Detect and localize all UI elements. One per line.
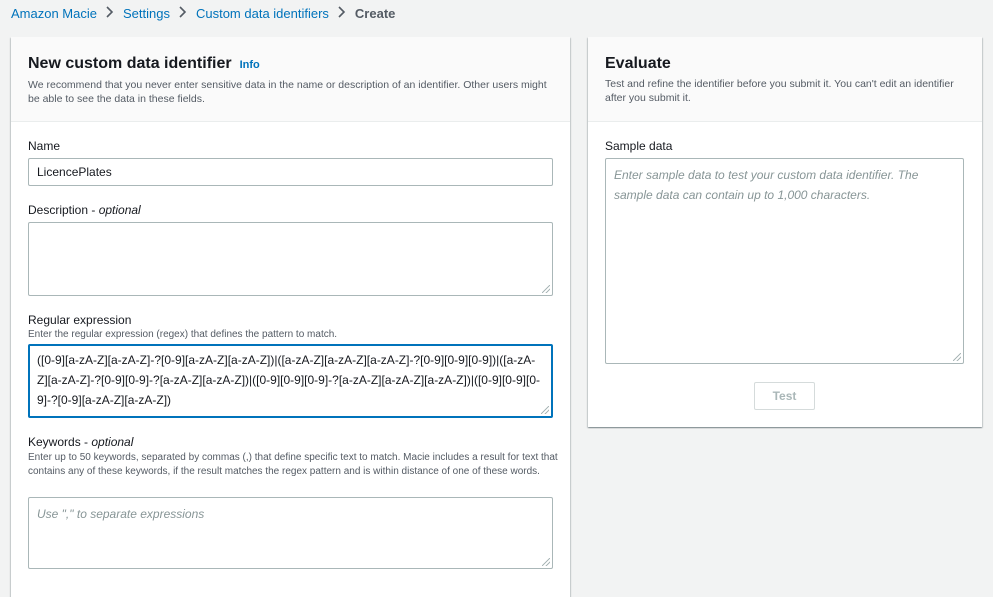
resize-handle-icon[interactable]	[542, 285, 550, 293]
panel-title: New custom data identifier Info	[28, 54, 553, 75]
regex-hint: Enter the regular expression (regex) tha…	[28, 329, 338, 340]
description-label-text: Description -	[28, 203, 99, 217]
evaluate-description: Test and refine the identifier before yo…	[605, 78, 954, 104]
keywords-textarea[interactable]: Use "," to separate expressions	[28, 497, 553, 569]
breadcrumb: Amazon Macie Settings Custom data identi…	[11, 6, 395, 21]
name-label: Name	[28, 139, 61, 153]
keywords-hint: Enter up to 50 keywords, separated by co…	[28, 452, 558, 477]
optional-text: optional	[98, 203, 141, 217]
keywords-label-text: Keywords -	[28, 435, 92, 449]
breadcrumb-settings[interactable]: Settings	[123, 6, 170, 21]
chevron-right-icon	[179, 6, 187, 21]
info-link[interactable]: Info	[240, 59, 260, 71]
breadcrumb-amazon-macie[interactable]: Amazon Macie	[11, 6, 97, 21]
regex-textarea[interactable]: ([0-9][a-zA-Z][a-zA-Z]-?[0-9][a-zA-Z][a-…	[28, 344, 553, 418]
breadcrumb-custom-data-identifiers[interactable]: Custom data identifiers	[196, 6, 329, 21]
test-button[interactable]: Test	[754, 382, 815, 410]
regex-value: ([0-9][a-zA-Z][a-zA-Z]-?[0-9][a-zA-Z][a-…	[37, 353, 540, 407]
description-label: Description - optional	[28, 203, 141, 217]
chevron-right-icon	[338, 6, 346, 21]
keywords-label: Keywords - optional	[28, 435, 133, 449]
sample-data-label: Sample data	[605, 139, 673, 153]
sample-data-textarea[interactable]: Enter sample data to test your custom da…	[605, 158, 964, 364]
sample-data-placeholder: Enter sample data to test your custom da…	[614, 168, 919, 202]
breadcrumb-current: Create	[354, 6, 396, 21]
evaluate-title: Evaluate	[605, 55, 671, 72]
panel-header: Evaluate Test and refine the identifier …	[588, 37, 982, 122]
panel-description: We recommend that you never enter sensit…	[28, 79, 547, 105]
description-textarea[interactable]	[28, 222, 553, 296]
resize-handle-icon[interactable]	[541, 406, 549, 414]
panel-header: New custom data identifier Info We recomm…	[11, 37, 570, 122]
panel-title-text: New custom data identifier	[28, 55, 232, 72]
chevron-right-icon	[106, 6, 114, 21]
keywords-placeholder: Use "," to separate expressions	[37, 507, 205, 521]
resize-handle-icon[interactable]	[953, 353, 961, 361]
resize-handle-icon[interactable]	[542, 558, 550, 566]
new-identifier-panel: New custom data identifier Info We recomm…	[11, 37, 570, 597]
name-input[interactable]	[28, 158, 553, 186]
optional-text: optional	[91, 435, 134, 449]
regex-label: Regular expression	[28, 313, 132, 327]
evaluate-panel: Evaluate Test and refine the identifier …	[588, 37, 982, 427]
